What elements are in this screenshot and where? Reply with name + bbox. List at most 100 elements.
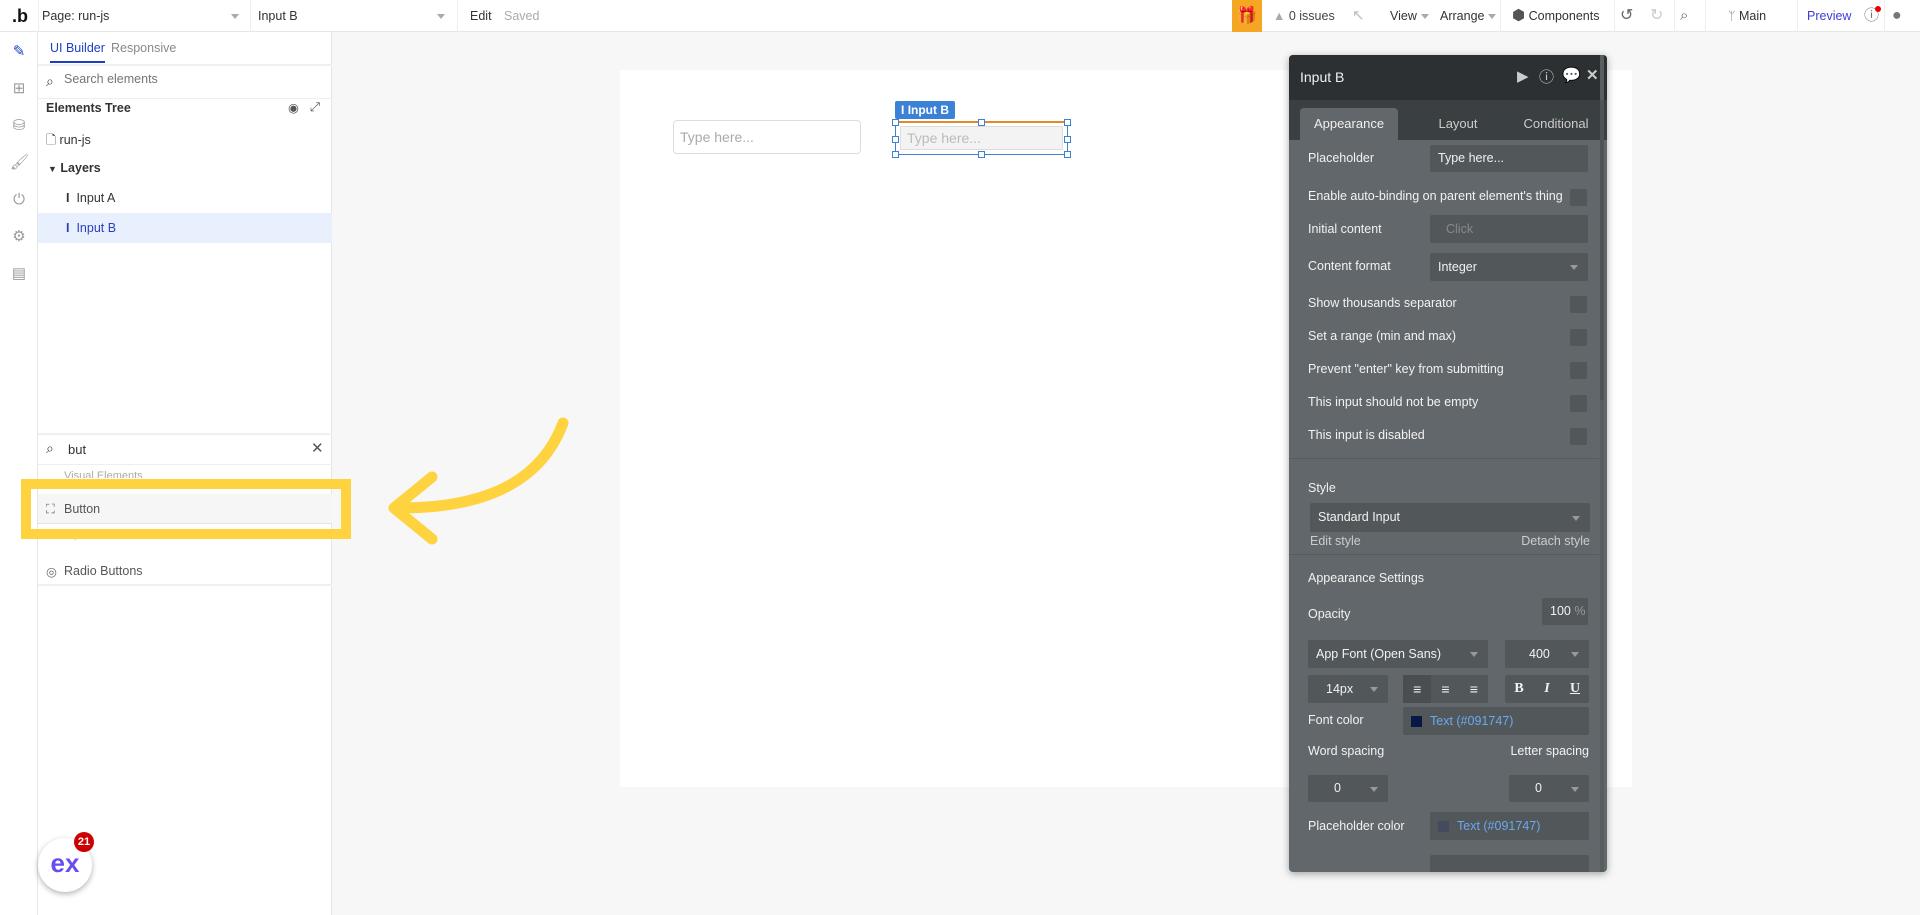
add-element-search[interactable]: ⌕ but ✕ [46, 436, 332, 464]
italic-button[interactable]: I [1533, 675, 1561, 703]
tree-page-run-js[interactable]: 🗋 run-js [46, 131, 91, 152]
search-elements[interactable]: ⌕ [46, 69, 332, 95]
resize-handle[interactable] [892, 119, 899, 126]
font-dropdown[interactable]: App Font (Open Sans) [1308, 640, 1488, 668]
plug-icon[interactable]: ⏻ [10, 191, 28, 209]
eye-icon[interactable]: ◉ [288, 100, 299, 115]
tab-conditional[interactable]: Conditional [1507, 108, 1605, 140]
tab-responsive[interactable]: Responsive [111, 41, 176, 55]
chevron-down-icon [1571, 786, 1579, 792]
notification-dot [1875, 6, 1881, 12]
thousands-checkbox[interactable] [1570, 296, 1587, 313]
clear-search-icon[interactable]: ✕ [311, 439, 324, 457]
panel-title: Input B [1300, 69, 1345, 85]
input-b[interactable]: Type here... [900, 126, 1063, 150]
brush-icon[interactable]: 🖌 [10, 154, 29, 172]
document-icon[interactable]: ▤ [10, 265, 28, 283]
components-button[interactable]: ⬢ Components [1512, 0, 1599, 32]
resize-handle[interactable] [892, 151, 899, 158]
chevron-down-icon [1488, 14, 1497, 20]
font-weight-dropdown[interactable]: 400 [1505, 640, 1589, 668]
underline-button[interactable]: U [1561, 675, 1589, 703]
bubble-logo[interactable]: .b [12, 0, 28, 32]
disabled-label: This input is disabled [1308, 428, 1425, 442]
search-elements-input[interactable] [64, 72, 314, 86]
gear-icon[interactable]: ⚙ [10, 228, 28, 246]
font-size-dropdown[interactable]: 14px [1308, 675, 1388, 703]
resize-handle[interactable] [1064, 119, 1071, 126]
user-avatar-icon[interactable]: ● [1892, 0, 1902, 32]
disabled-checkbox[interactable] [1570, 428, 1587, 445]
view-menu[interactable]: View [1390, 0, 1429, 32]
close-icon[interactable]: ✕ [1586, 66, 1599, 84]
layers-label: Layers [60, 161, 101, 175]
help-icon[interactable]: ⓘ [1864, 0, 1881, 32]
chevron-down-icon [437, 14, 445, 19]
letter-spacing-dropdown[interactable]: 0 [1509, 775, 1589, 802]
element-dropdown[interactable]: Input B [258, 0, 453, 32]
left-panel: UI Builder Responsive ⌕ Elements Tree ◉ … [38, 32, 332, 915]
autobinding-checkbox[interactable] [1570, 189, 1587, 206]
detach-style-link[interactable]: Detach style [1521, 534, 1590, 548]
edit-style-link[interactable]: Edit style [1310, 534, 1361, 548]
prevent-enter-label: Prevent "enter" key from submitting [1308, 362, 1504, 376]
prevent-enter-checkbox[interactable] [1570, 362, 1587, 379]
edit-menu[interactable]: Edit [470, 0, 492, 32]
selected-element-label: I Input B [895, 101, 956, 119]
resize-handle[interactable] [978, 119, 985, 126]
search-icon: ⌕ [46, 440, 54, 456]
placeholder-color-picker[interactable]: Text (#091747) [1430, 812, 1589, 840]
tab-appearance[interactable]: Appearance [1300, 108, 1398, 140]
opacity-input[interactable]: 100 % [1542, 598, 1588, 625]
tab-layout[interactable]: Layout [1409, 108, 1507, 140]
arrange-menu[interactable]: Arrange [1440, 0, 1497, 32]
tab-ui-builder[interactable]: UI Builder [50, 41, 105, 63]
align-center-icon[interactable]: ≡ [1431, 675, 1459, 703]
redo-icon[interactable]: ↻ [1650, 0, 1663, 32]
issues-button[interactable]: ▲ 0 issues [1273, 0, 1335, 32]
style-dropdown[interactable]: Standard Input [1310, 503, 1590, 532]
word-spacing-dropdown[interactable]: 0 [1308, 775, 1388, 802]
next-field[interactable] [1430, 855, 1589, 872]
page-name: run-js [59, 133, 91, 147]
undo-icon[interactable]: ↺ [1620, 0, 1633, 32]
play-icon[interactable]: ▶ [1517, 67, 1529, 85]
align-left-icon[interactable]: ≡ [1403, 675, 1432, 703]
preview-button[interactable]: Preview [1807, 0, 1851, 32]
search-icon[interactable]: ⌕ [1680, 0, 1688, 32]
font-color-picker[interactable]: Text (#091747) [1403, 707, 1589, 735]
expand-icon[interactable]: ⤢ [310, 100, 320, 115]
arrange-label: Arrange [1440, 9, 1485, 23]
ex-widget[interactable]: ex 21 [38, 832, 94, 892]
font-color-label: Font color [1308, 713, 1364, 727]
range-checkbox[interactable] [1570, 329, 1587, 346]
resize-handle[interactable] [978, 151, 985, 158]
database-icon[interactable]: ⛁ [10, 117, 28, 135]
design-icon[interactable]: ✎ [10, 43, 28, 61]
cursor-icon[interactable]: ↖ [1352, 0, 1365, 32]
branch-button[interactable]: ᛘ Main [1728, 0, 1766, 32]
resize-handle[interactable] [1064, 136, 1071, 143]
sitemap-icon[interactable]: ⊞ [10, 80, 28, 98]
comment-icon[interactable]: 💬 [1562, 66, 1581, 84]
tree-item-input-a[interactable]: I Input A [66, 191, 115, 205]
page-dropdown[interactable]: Page: run-js [42, 0, 247, 32]
placeholder-input[interactable]: Type here... [1430, 145, 1588, 172]
gift-icon[interactable]: 🎁 [1232, 0, 1262, 32]
align-right-icon[interactable]: ≡ [1460, 675, 1488, 703]
tree-layers[interactable]: ▼ Layers [48, 161, 101, 175]
style-label: Style [1308, 481, 1336, 495]
not-empty-checkbox[interactable] [1570, 395, 1587, 412]
bold-button[interactable]: B [1505, 675, 1533, 703]
input-a[interactable]: Type here... [673, 120, 861, 154]
scrollbar[interactable] [1600, 55, 1604, 872]
resize-handle[interactable] [1064, 151, 1071, 158]
resize-handle[interactable] [892, 136, 899, 143]
initial-content-input[interactable]: Click [1430, 215, 1588, 243]
tree-item-input-b[interactable]: I Input B [38, 213, 332, 243]
result-radio-buttons[interactable]: ◎ Radio Buttons [38, 556, 332, 586]
letter-spacing-label: Letter spacing [1510, 744, 1589, 758]
input-b-selection[interactable]: Type here... [892, 119, 1071, 158]
info-icon[interactable]: ⓘ [1539, 66, 1554, 87]
content-format-dropdown[interactable]: Integer [1430, 253, 1588, 281]
